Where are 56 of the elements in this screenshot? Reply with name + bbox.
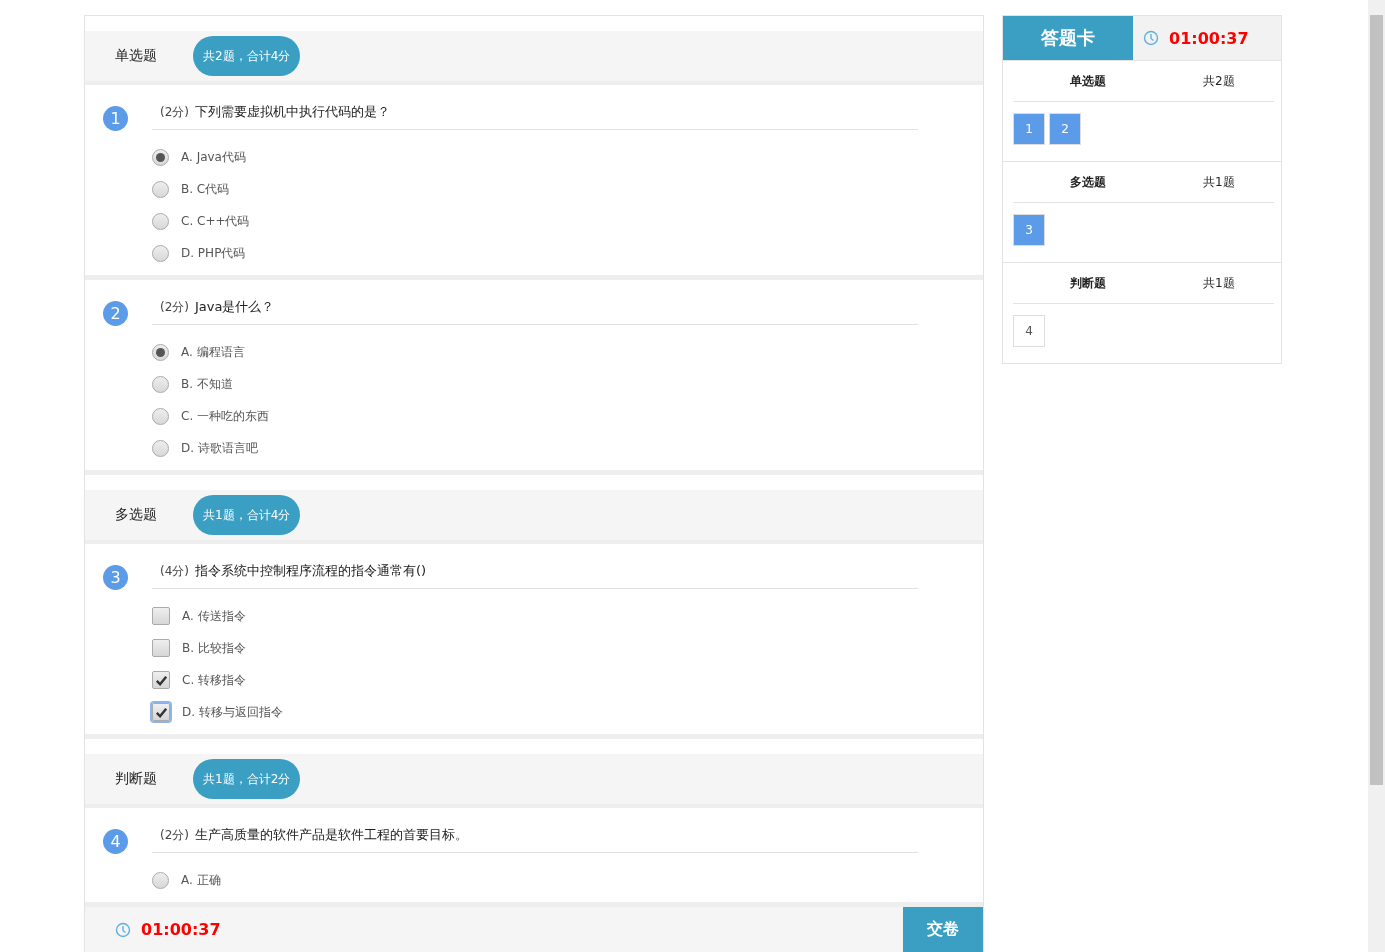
group-title: 单选题 [1070,72,1107,90]
radio-button[interactable] [152,871,169,889]
radio-button[interactable] [152,375,169,393]
checkbox[interactable] [152,703,170,721]
checkbox[interactable] [152,671,170,689]
option-label[interactable]: B. 不知道 [181,375,233,393]
section-title: 单选题 [115,47,158,65]
question-score: (2分) [160,827,189,844]
group-title: 多选题 [1070,173,1107,191]
group-count: 共1题 [1203,274,1235,292]
radio-button[interactable] [152,180,169,198]
option-label[interactable]: C. C++代码 [181,212,250,230]
radio-button[interactable] [152,212,169,230]
group-title: 判断题 [1070,274,1107,292]
countdown-timer: 01:00:37 [1169,28,1249,48]
option-label[interactable]: C. 一种吃的东西 [181,407,269,425]
option-label[interactable]: C. 转移指令 [182,671,246,689]
option-label[interactable]: D. PHP代码 [181,244,246,262]
radio-button[interactable] [152,439,169,457]
radio-button[interactable] [152,148,169,166]
question-text: 生产高质量的软件产品是软件工程的首要目标。 [195,826,468,844]
checkbox[interactable] [152,639,170,657]
question-number: 4 [103,829,128,854]
section-title: 多选题 [115,506,158,524]
question-text: 指令系统中控制程序流程的指令通常有() [195,562,427,580]
question-text: Java是什么？ [195,298,275,316]
option-label[interactable]: D. 诗歌语言吧 [181,439,258,457]
summary-badge: 共2题，合计4分 [193,36,301,76]
radio-button[interactable] [152,343,169,361]
option-label[interactable]: A. 正确 [181,871,221,889]
checkbox[interactable] [152,607,170,625]
option-label[interactable]: A. 编程语言 [181,343,245,361]
countdown-timer: 01:00:37 [141,920,221,939]
summary-badge: 共1题，合计2分 [193,759,301,799]
option-label[interactable]: A. Java代码 [181,148,246,166]
question-number: 2 [103,301,128,326]
question-link[interactable]: 4 [1013,315,1045,347]
summary-badge: 共1题，合计4分 [193,495,301,535]
radio-button[interactable] [152,244,169,262]
clock-icon [115,921,131,938]
section-title: 判断题 [115,770,158,788]
scrollbar[interactable] [1368,0,1385,952]
question-score: (2分) [160,104,189,121]
clock-icon [1143,30,1159,46]
option-label[interactable]: D. 转移与返回指令 [182,703,283,721]
group-count: 共2题 [1203,72,1235,90]
option-label[interactable]: A. 传送指令 [182,607,246,625]
question-text: 下列需要虚拟机中执行代码的是？ [195,103,390,121]
option-label[interactable]: B. C代码 [181,180,230,198]
question-score: (4分) [160,563,189,580]
question-number: 1 [103,106,128,131]
question-score: (2分) [160,299,189,316]
question-number: 3 [103,565,128,590]
group-count: 共1题 [1203,173,1235,191]
option-label[interactable]: B. 比较指令 [182,639,246,657]
radio-button[interactable] [152,407,169,425]
